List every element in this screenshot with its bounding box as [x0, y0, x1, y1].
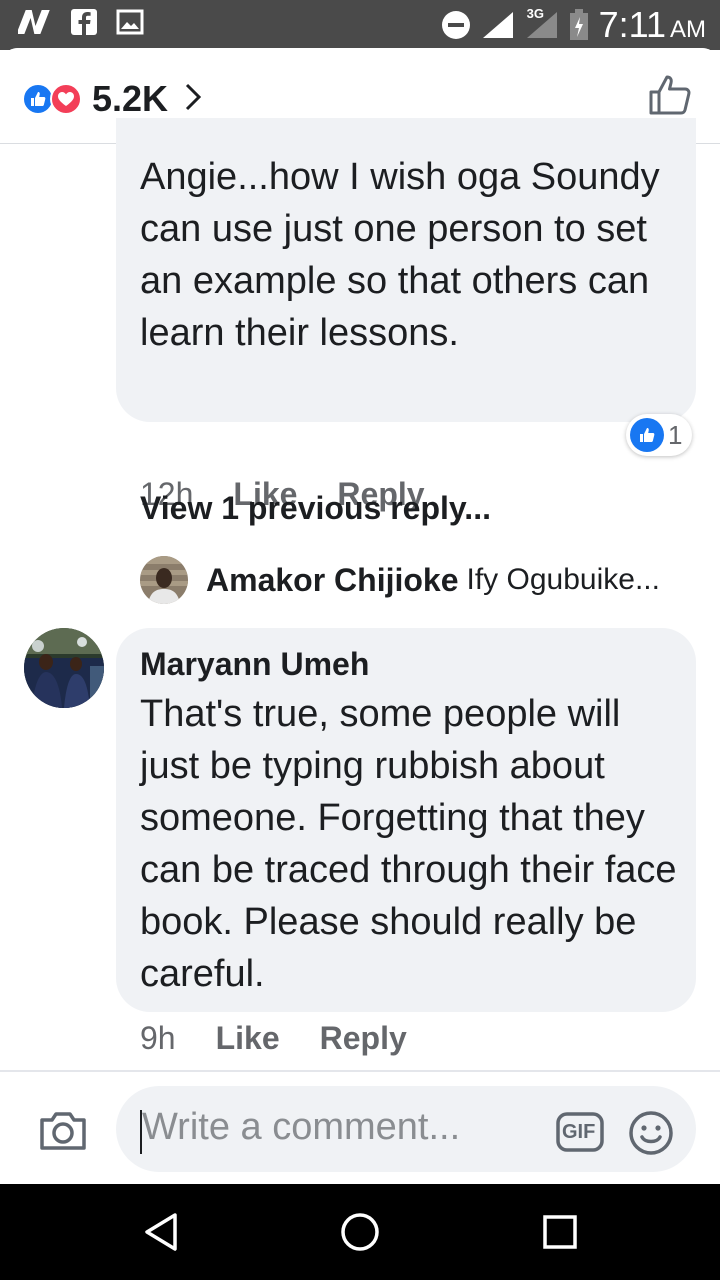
signal-icon — [481, 10, 515, 40]
status-time-value: 7:11 — [598, 4, 666, 45]
love-reaction-icon — [50, 83, 82, 115]
network-3g-icon: 3G — [525, 6, 559, 40]
comment-reply-button[interactable]: Reply — [320, 1020, 407, 1057]
reactions-summary-button[interactable]: 5.2K — [22, 78, 202, 120]
comment-text: That's true, some people will just be ty… — [140, 693, 677, 995]
reply-author: Amakor Chijioke — [206, 561, 459, 598]
camera-icon[interactable] — [38, 1110, 88, 1157]
like-reaction-icon — [630, 418, 664, 452]
comment-input-placeholder: Write a comment... — [142, 1106, 461, 1148]
comment-input[interactable]: Write a comment... GIF — [116, 1086, 696, 1172]
comment-like-button[interactable]: Like — [216, 1020, 280, 1057]
comment-time: 9h — [140, 1020, 176, 1056]
reply-snippet: Ify Ogubuike... — [466, 563, 660, 596]
do-not-disturb-icon — [441, 10, 471, 40]
status-left-icons — [18, 8, 144, 36]
comment-reaction-count: 1 — [668, 419, 683, 450]
emoji-icon[interactable] — [628, 1110, 674, 1161]
home-icon[interactable] — [340, 1212, 380, 1257]
status-ampm: AM — [670, 16, 706, 43]
comment-text: Angie...how I wish oga Soundy can use ju… — [140, 156, 660, 354]
network-type-label: 3G — [526, 6, 544, 21]
recents-icon[interactable] — [542, 1214, 578, 1255]
comment-author[interactable]: Maryann Umeh — [140, 642, 369, 686]
comment-reaction-badge[interactable]: 1 — [626, 414, 693, 456]
gif-label: GIF — [562, 1121, 596, 1143]
view-previous-replies-link[interactable]: View 1 previous reply... — [140, 490, 491, 527]
battery-icon — [569, 9, 589, 41]
comment-composer: Write a comment... GIF — [0, 1070, 720, 1184]
gif-button[interactable]: GIF — [556, 1112, 604, 1157]
avatar[interactable] — [24, 628, 104, 708]
gallery-icon — [116, 9, 144, 35]
comment-actions: 9h Like Reply — [140, 1020, 447, 1057]
status-right-icons: 3G 7:11 AM — [441, 4, 706, 46]
system-nav-bar — [0, 1184, 720, 1280]
chevron-right-icon — [184, 82, 202, 117]
status-time: 7:11 AM — [599, 4, 706, 46]
back-icon[interactable] — [142, 1212, 180, 1257]
avatar — [140, 556, 188, 604]
latest-reply-preview[interactable]: Amakor Chijioke Ify Ogubuike... — [140, 556, 700, 604]
comment-bubble[interactable]: Angie...how I wish oga Soundy can use ju… — [116, 118, 696, 422]
comment-bubble[interactable]: Maryann Umeh That's true, some people wi… — [116, 628, 696, 1012]
reaction-count: 5.2K — [92, 78, 169, 119]
nairaland-icon — [18, 8, 52, 36]
facebook-icon — [70, 8, 98, 36]
thumbs-up-outline-icon — [649, 75, 691, 115]
status-bar: 3G 7:11 AM — [0, 0, 720, 50]
comments-sheet: 5.2K Angie...how I wish oga Soundy can u… — [0, 48, 720, 1184]
like-post-button[interactable] — [648, 74, 692, 121]
